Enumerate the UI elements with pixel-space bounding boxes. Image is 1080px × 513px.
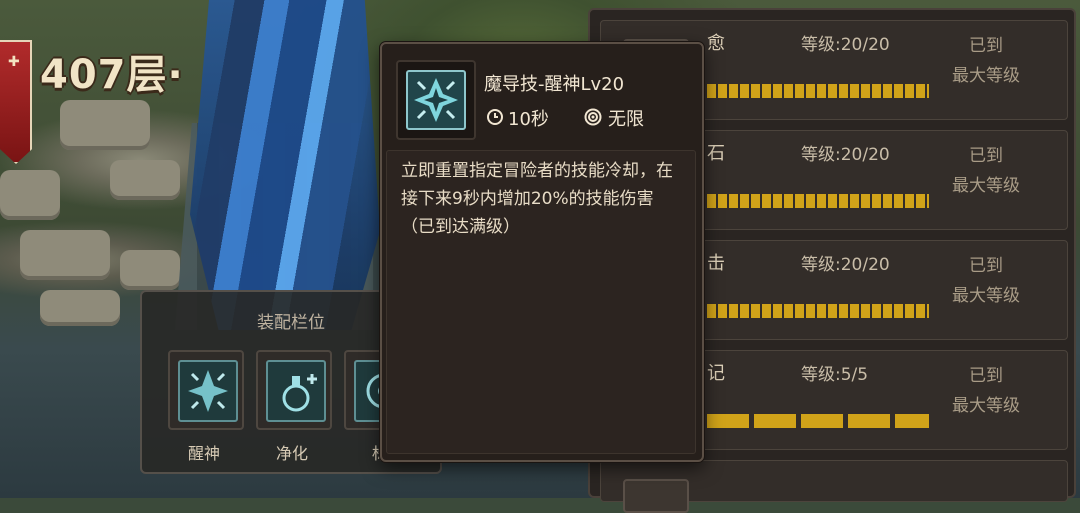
floor-stone — [0, 170, 60, 220]
skill-row[interactable] — [600, 460, 1068, 513]
skill-status: 已到 最大等级 — [952, 146, 1020, 196]
equip-slot-label: 净化 — [275, 444, 308, 463]
skill-progress-bar — [707, 84, 929, 98]
floor-stone — [120, 250, 180, 290]
skill-status: 已到 最大等级 — [952, 366, 1020, 416]
floor-banner-icon: ✚ — [0, 40, 32, 164]
floor-stone — [60, 100, 150, 150]
tooltip-range: 无限 — [608, 109, 644, 130]
skill-name: 愈 — [707, 33, 725, 54]
tooltip-cooldown: 10秒 — [508, 109, 549, 130]
clock-icon — [486, 108, 504, 130]
skill-level: 等级:20/20 — [801, 35, 890, 55]
floor-stone — [40, 290, 120, 326]
skill-progress-bar — [707, 304, 929, 318]
floor-stone — [20, 230, 110, 280]
tooltip-description-box: 立即重置指定冒险者的技能冷却，在接下来9秒内增加20%的技能伤害（已到达满级） — [386, 150, 696, 454]
tooltip-icon-frame — [396, 60, 476, 140]
purify-potion-icon — [266, 360, 326, 422]
floor-label: 407层· — [40, 52, 184, 98]
floor-stone — [110, 160, 180, 200]
skill-level: 等级:20/20 — [801, 145, 890, 165]
awaken-icon — [178, 360, 238, 422]
blue-crystal — [190, 0, 380, 330]
tooltip-title: 魔导技-醒神Lv20 — [484, 74, 625, 95]
tooltip-description: 立即重置指定冒险者的技能冷却，在接下来9秒内增加20%的技能伤害（已到达满级） — [401, 161, 673, 237]
equip-slot-purify[interactable] — [256, 350, 332, 430]
awaken-icon — [406, 70, 466, 130]
equip-slot-awaken[interactable] — [168, 350, 244, 430]
skill-progress-bar — [707, 194, 929, 208]
skill-level: 等级:5/5 — [801, 365, 869, 385]
skill-name: 石 — [707, 143, 725, 164]
skill-progress-bar — [707, 414, 929, 428]
skill-status: 已到 最大等级 — [952, 256, 1020, 306]
target-range-icon — [584, 108, 602, 130]
skill-icon — [623, 479, 689, 513]
skill-name: 记 — [707, 363, 725, 384]
skill-level: 等级:20/20 — [801, 255, 890, 275]
skill-name: 击 — [707, 253, 725, 274]
skill-status: 已到 最大等级 — [952, 36, 1020, 86]
skill-tooltip: 魔导技-醒神Lv20 10秒 无限 立即重置指定冒险者的技能冷却，在接下来9秒内… — [380, 42, 704, 462]
equip-slot-label: 醒神 — [187, 444, 220, 463]
